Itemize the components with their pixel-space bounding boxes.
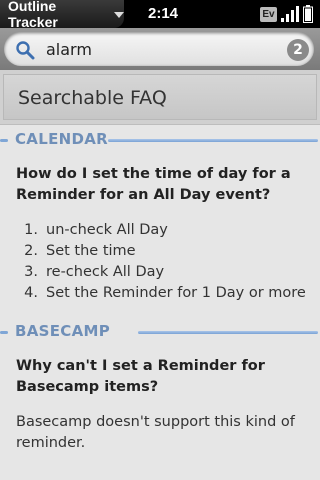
list-item: 3. re-check All Day	[16, 262, 306, 283]
faq-question[interactable]: How do I set the time of day for a Remin…	[16, 164, 306, 206]
clock: 2:14	[147, 5, 179, 22]
search-bar: 2	[0, 28, 320, 70]
status-bar: Outline Tracker 2:14 Ev	[0, 0, 320, 30]
faq-question[interactable]: Why can't I set a Reminder for Basecamp …	[16, 356, 306, 398]
step-text: Set the time	[46, 243, 136, 259]
divider-line	[0, 331, 8, 334]
app-title[interactable]: Outline Tracker	[8, 0, 107, 30]
search-field[interactable]: 2	[4, 32, 314, 66]
search-icon[interactable]	[15, 40, 35, 60]
divider-line	[138, 331, 318, 334]
battery-icon	[303, 5, 313, 23]
search-input[interactable]	[46, 32, 276, 66]
step-text: re-check All Day	[46, 264, 165, 280]
step-number: 1.	[24, 222, 38, 238]
divider-line	[108, 139, 318, 142]
category-label: BASECAMP	[15, 322, 111, 340]
faq-steps: 1. un-check All Day 2. Set the time 3. r…	[16, 220, 306, 304]
category-label: CALENDAR	[15, 130, 108, 148]
app-menu[interactable]: Outline Tracker	[0, 0, 124, 30]
step-number: 4.	[24, 285, 38, 301]
divider-line	[0, 139, 8, 142]
faq-answer: Basecamp doesn't support this kind of re…	[16, 414, 295, 451]
ev-icon: Ev	[260, 7, 277, 22]
list-item: 4. Set the Reminder for 1 Day or more	[16, 283, 306, 304]
category-divider: CALENDAR	[0, 126, 320, 154]
result-count-badge: 2	[287, 39, 309, 61]
step-text: Set the Reminder for 1 Day or more	[46, 285, 306, 301]
category-divider: BASECAMP	[0, 318, 320, 346]
page-title: Searchable FAQ	[18, 87, 167, 109]
list-item: 1. un-check All Day	[16, 220, 306, 241]
step-text: un-check All Day	[46, 222, 168, 238]
step-number: 3.	[24, 264, 38, 280]
list-item: 2. Set the time	[16, 241, 306, 262]
step-number: 2.	[24, 243, 38, 259]
chevron-down-icon[interactable]	[114, 12, 124, 18]
page-header: Searchable FAQ	[0, 70, 320, 125]
signal-strength-icon	[281, 6, 299, 22]
page-header-panel: Searchable FAQ	[3, 74, 317, 120]
faq-list[interactable]: CALENDAR How do I set the time of day fo…	[0, 124, 320, 480]
